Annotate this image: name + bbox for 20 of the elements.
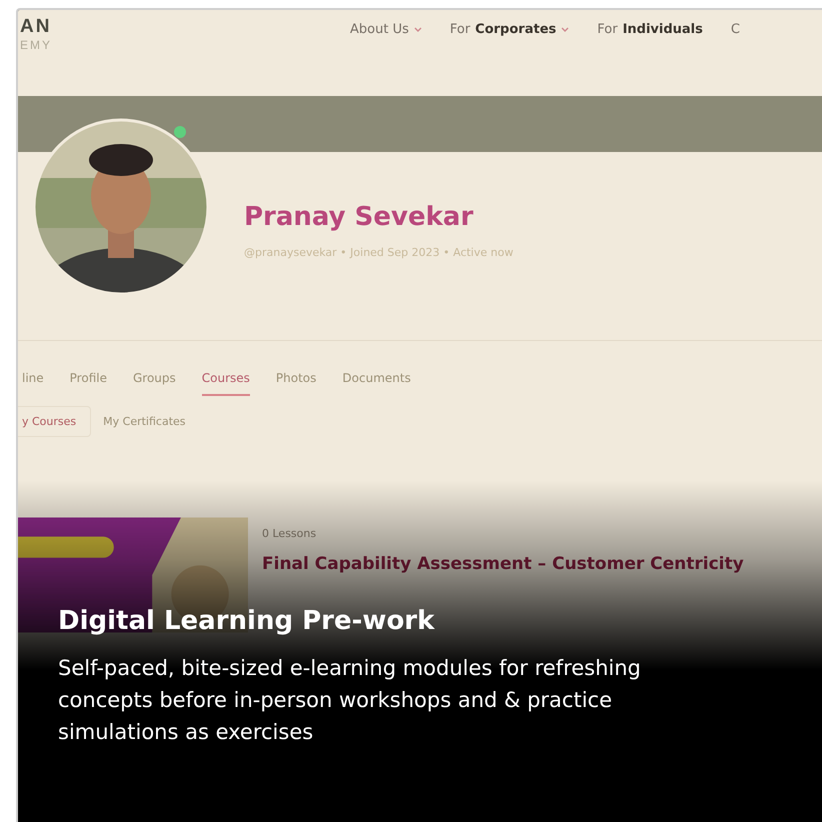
- profile-tab[interactable]: Profile: [70, 371, 107, 396]
- profile-meta: @pranaysevekar • Joined Sep 2023 • Active now: [244, 246, 514, 259]
- sub-tab[interactable]: My Certificates: [99, 406, 201, 437]
- logo-subtext: EMY: [20, 38, 54, 52]
- logo-text: AN: [20, 16, 52, 38]
- nav-link[interactable]: For Corporates: [450, 22, 570, 37]
- card-title: Digital Learning Pre-work: [58, 606, 436, 636]
- profile-tab[interactable]: Documents: [342, 371, 411, 396]
- card-description: Self-paced, bite-sized e-learning modules for refreshing concepts before in-person workshops and & practice simulations as exercises: [58, 655, 642, 746]
- nav-link[interactable]: For Individuals: [597, 22, 703, 37]
- sub-tab[interactable]: y Courses: [18, 406, 92, 437]
- lesson-count: 0 Lessons: [262, 527, 318, 540]
- course-title[interactable]: Final Capability Assessment – Customer Centricity: [262, 554, 744, 574]
- nav-link[interactable]: About Us: [350, 22, 422, 37]
- nav-link[interactable]: C: [730, 22, 740, 37]
- profile-tab[interactable]: Groups: [132, 371, 176, 396]
- profile-name: Pranay Sevekar: [244, 202, 474, 232]
- profile-tab[interactable]: line: [22, 371, 44, 396]
- profile-tab[interactable]: Courses: [202, 371, 250, 396]
- profile-tab[interactable]: Photos: [276, 371, 316, 396]
